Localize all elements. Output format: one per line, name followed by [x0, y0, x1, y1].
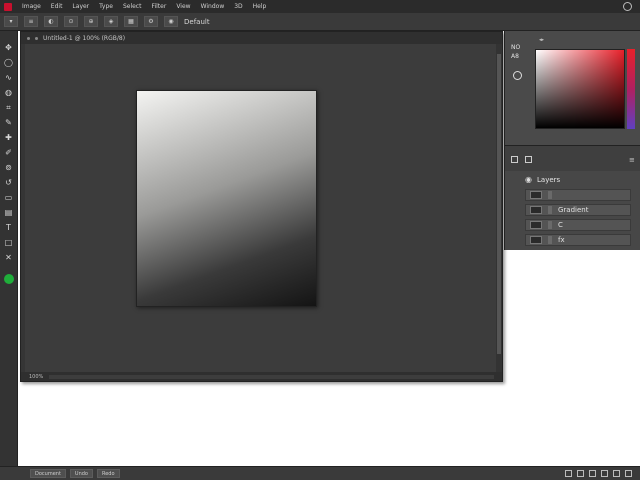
zoom-level[interactable]: 100%: [29, 374, 43, 380]
menu-item-3d[interactable]: 3D: [234, 3, 242, 10]
panel-collapse-icon[interactable]: ◂▸: [539, 37, 559, 43]
layer-name: fx: [558, 236, 565, 244]
layer-name: Gradient: [558, 206, 589, 214]
pressure-icon[interactable]: ◈: [104, 16, 118, 27]
folder-icon[interactable]: [601, 470, 608, 477]
fx-icon[interactable]: [577, 470, 584, 477]
trash-icon[interactable]: [625, 470, 632, 477]
layer-row[interactable]: C: [525, 219, 631, 231]
document-window: Untitled-1 @ 100% (RGB/8) 100%: [20, 31, 503, 382]
bottom-bar: Document Undo Redo: [0, 466, 640, 480]
menu-item-filter[interactable]: Filter: [151, 3, 166, 10]
close-icon[interactable]: [27, 36, 30, 40]
smoothing-icon[interactable]: ◉: [164, 16, 178, 27]
adjustment-icon[interactable]: [511, 156, 518, 163]
document-tab-title[interactable]: Untitled-1 @ 100% (RGB/8): [43, 35, 125, 42]
horizontal-scrollbar[interactable]: [49, 374, 494, 379]
style-icon[interactable]: [525, 156, 532, 163]
vertical-ruler: [21, 44, 25, 373]
layer-thumbnail: [530, 236, 542, 244]
document-button[interactable]: Document: [30, 469, 66, 478]
mode-button[interactable]: ≡: [24, 16, 38, 27]
scrollbar-thumb[interactable]: [497, 54, 501, 354]
layer-link-icon: [548, 206, 552, 214]
flow-button[interactable]: ⊙: [64, 16, 78, 27]
options-bar: ▾ ≡ ◐ ⊙ ⊕ ◈ ▦ ⚙ ◉ Default: [0, 13, 640, 31]
menu-item-view[interactable]: View: [176, 3, 190, 10]
marquee-icon[interactable]: ◯: [4, 58, 14, 67]
tools-panel: ✥ ◯ ∿ ◍ ⌗ ✎ ✚ ✐ ⊚ ↺ ▭ ▤ T □ ✕: [0, 31, 18, 466]
zoom-icon[interactable]: ✕: [4, 253, 14, 262]
history-brush-icon[interactable]: ↺: [4, 178, 14, 187]
color-panel: ◂▸ NO A8: [504, 31, 640, 145]
layer-link-icon: [548, 236, 552, 244]
symmetry-icon[interactable]: ▦: [124, 16, 138, 27]
menu-item-layer[interactable]: Layer: [72, 3, 89, 10]
gradient-icon[interactable]: ▤: [4, 208, 14, 217]
move-icon[interactable]: ✥: [4, 43, 14, 52]
foreground-color-swatch[interactable]: [3, 274, 14, 284]
quick-select-icon[interactable]: ◍: [4, 88, 14, 97]
gear-icon[interactable]: ⚙: [144, 16, 158, 27]
stamp-icon[interactable]: ⊚: [4, 163, 14, 172]
mask-icon[interactable]: [589, 470, 596, 477]
airbrush-icon[interactable]: ⊕: [84, 16, 98, 27]
panel-menu-icon[interactable]: ≡: [629, 156, 636, 164]
menu-bar: Image Edit Layer Type Select Filter View…: [0, 0, 640, 13]
preset-label: Default: [184, 17, 210, 26]
eyedropper-icon[interactable]: ✎: [4, 118, 14, 127]
hue-slider[interactable]: [627, 49, 635, 129]
color-picker-field[interactable]: [535, 49, 625, 129]
text-icon[interactable]: T: [4, 223, 14, 232]
document-status-bar: 100%: [21, 372, 502, 381]
bottom-icons: [565, 470, 632, 477]
menu-item-select[interactable]: Select: [123, 3, 142, 10]
menu-item-edit[interactable]: Edit: [51, 3, 63, 10]
color-tab-1[interactable]: NO: [511, 43, 520, 52]
document-tab-bar: Untitled-1 @ 100% (RGB/8): [21, 32, 502, 44]
menu-item-type[interactable]: Type: [99, 3, 113, 10]
menu-item-image[interactable]: Image: [22, 3, 41, 10]
vertical-scrollbar[interactable]: [496, 44, 502, 373]
color-tab-2[interactable]: A8: [511, 52, 520, 61]
layer-row[interactable]: fx: [525, 234, 631, 246]
gradient-canvas[interactable]: [136, 90, 317, 307]
layers-panel-title: Layers: [537, 176, 561, 184]
layer-thumbnail: [530, 206, 542, 214]
layer-row[interactable]: Gradient: [525, 204, 631, 216]
minimize-icon[interactable]: [35, 36, 38, 40]
app-logo-icon: [4, 2, 12, 11]
search-icon[interactable]: [623, 2, 632, 11]
eraser-icon[interactable]: ▭: [4, 193, 14, 202]
eye-icon[interactable]: ◉: [525, 176, 533, 184]
layer-name: C: [558, 221, 563, 229]
layer-row[interactable]: [525, 189, 631, 201]
layer-thumbnail: [530, 221, 542, 229]
tool-preset-icon[interactable]: ▾: [4, 16, 18, 27]
lasso-icon[interactable]: ∿: [4, 73, 14, 82]
layers-header: ◉ Layers: [505, 173, 635, 187]
redo-button[interactable]: Redo: [96, 469, 120, 478]
layer-link-icon: [548, 191, 552, 199]
color-panel-tabs: NO A8: [511, 43, 520, 61]
healing-icon[interactable]: ✚: [4, 133, 14, 142]
adjustments-panel: ≡: [504, 145, 640, 171]
shape-icon[interactable]: □: [4, 238, 14, 247]
opacity-button[interactable]: ◐: [44, 16, 58, 27]
undo-button[interactable]: Undo: [69, 469, 93, 478]
crop-icon[interactable]: ⌗: [4, 103, 14, 112]
layer-thumbnail: [530, 191, 542, 199]
color-options-icon[interactable]: [513, 71, 522, 80]
brush-icon[interactable]: ✐: [4, 148, 14, 157]
menu-item-help[interactable]: Help: [253, 3, 267, 10]
new-layer-icon[interactable]: [613, 470, 620, 477]
layer-link-icon: [548, 221, 552, 229]
layers-panel: ◉ Layers Gradient C fx: [504, 171, 640, 250]
menu-item-window[interactable]: Window: [201, 3, 225, 10]
link-icon[interactable]: [565, 470, 572, 477]
